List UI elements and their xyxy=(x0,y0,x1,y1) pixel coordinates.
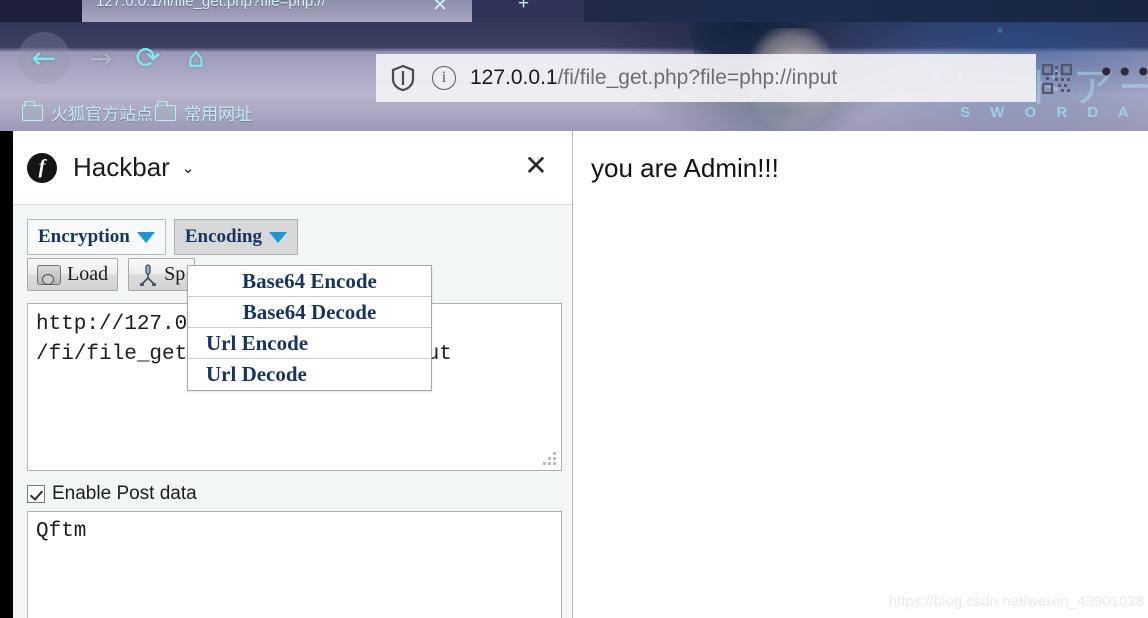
post-data-textarea[interactable]: Qftm xyxy=(27,511,562,618)
post-data-value: Qftm xyxy=(36,520,87,543)
overflow-menu-icon[interactable]: ••• xyxy=(1098,59,1148,92)
window-left-edge xyxy=(0,131,13,618)
bookmarks-toolbar: 火狐官方站点 常用网址 xyxy=(0,92,1148,131)
hackbar-toolbar-primary: Encryption Encoding xyxy=(27,219,298,255)
menu-item-base64-encode[interactable]: Base64 Encode xyxy=(188,266,431,297)
page-info-icon[interactable]: i xyxy=(432,66,456,90)
bookmark-label: 火狐官方站点 xyxy=(51,105,153,124)
forward-icon[interactable]: → xyxy=(84,42,118,75)
tab-title: 127.0.0.1/fi/file_get.php?file=php:// xyxy=(96,0,326,10)
address-bar-text: 127.0.0.1/fi/file_get.php?file=php://inp… xyxy=(470,66,837,90)
encoding-dropdown-menu: Base64 Encode Base64 Decode Url Encode U… xyxy=(187,265,432,391)
split-url-icon xyxy=(138,263,158,286)
close-icon[interactable]: ✕ xyxy=(432,0,448,17)
tabstrip-right-fill xyxy=(584,0,1148,22)
address-path: /fi/file_get.php?file=php://input xyxy=(557,66,838,89)
page-body-text: you are Admin!!! xyxy=(591,153,779,183)
hackbar-title: Hackbar xyxy=(73,152,170,182)
menu-item-base64-decode[interactable]: Base64 Decode xyxy=(188,297,431,328)
address-host: 127.0.0.1 xyxy=(470,66,558,89)
tab-strip: 127.0.0.1/fi/file_get.php?file=php:// ✕ … xyxy=(0,0,1148,22)
resize-handle[interactable] xyxy=(543,452,557,466)
load-button-label: Load xyxy=(67,263,109,285)
encryption-button-label: Encryption xyxy=(38,226,130,247)
split-url-button-label: Sp xyxy=(164,263,186,285)
bookmark-item[interactable]: 常用网址 xyxy=(155,100,252,125)
split-url-button[interactable]: Sp xyxy=(128,258,196,291)
load-url-icon xyxy=(37,264,61,285)
hackbar-toolbar-secondary: Load Sp xyxy=(27,258,196,291)
enable-post-data-checkbox[interactable]: Enable Post data xyxy=(27,483,197,505)
hackbar-panel-header: f Hackbar ⌄ ✕ xyxy=(13,131,572,205)
encoding-button-label: Encoding xyxy=(184,226,262,247)
watermark-text: https://blog.csdn.net/weixin_43901038 xyxy=(888,593,1144,610)
chevron-down-icon[interactable]: ⌄ xyxy=(182,159,195,177)
menu-item-url-encode[interactable]: Url Encode xyxy=(188,328,431,359)
home-icon[interactable]: ⌂ xyxy=(178,41,214,75)
bookmark-item[interactable]: 火狐官方站点 xyxy=(22,100,153,125)
reload-icon[interactable]: ⟳ xyxy=(130,40,166,76)
shield-icon[interactable] xyxy=(390,64,416,92)
qr-code-icon[interactable] xyxy=(1042,64,1072,94)
enable-post-data-label: Enable Post data xyxy=(52,483,197,504)
back-icon[interactable]: ← xyxy=(18,32,70,84)
browser-window: ソードアート S W O R D A 127.0.0.1/fi/file_get… xyxy=(0,0,1148,618)
bookmark-label: 常用网址 xyxy=(184,105,252,124)
tabstrip-left-fill xyxy=(0,0,82,22)
hackbar-logo-icon: f xyxy=(27,152,57,183)
navigation-toolbar: ← → ⟳ ⌂ i 127.0.0.1/fi/file_get.php?file… xyxy=(0,22,1148,102)
chevron-down-icon xyxy=(268,231,287,243)
browser-chrome: ソードアート S W O R D A 127.0.0.1/fi/file_get… xyxy=(0,0,1148,131)
load-button[interactable]: Load xyxy=(27,258,119,291)
checkbox-icon[interactable] xyxy=(27,485,45,503)
encoding-button[interactable]: Encoding xyxy=(173,219,298,255)
chevron-down-icon xyxy=(136,231,155,243)
close-icon[interactable]: ✕ xyxy=(521,151,551,183)
folder-icon xyxy=(155,100,176,121)
page-content: you are Admin!!! https://blog.csdn.net/w… xyxy=(574,131,1148,618)
plus-icon[interactable]: + xyxy=(518,0,529,15)
folder-icon xyxy=(22,100,43,121)
encryption-button[interactable]: Encryption xyxy=(27,219,166,255)
menu-item-url-decode[interactable]: Url Decode xyxy=(188,359,431,390)
